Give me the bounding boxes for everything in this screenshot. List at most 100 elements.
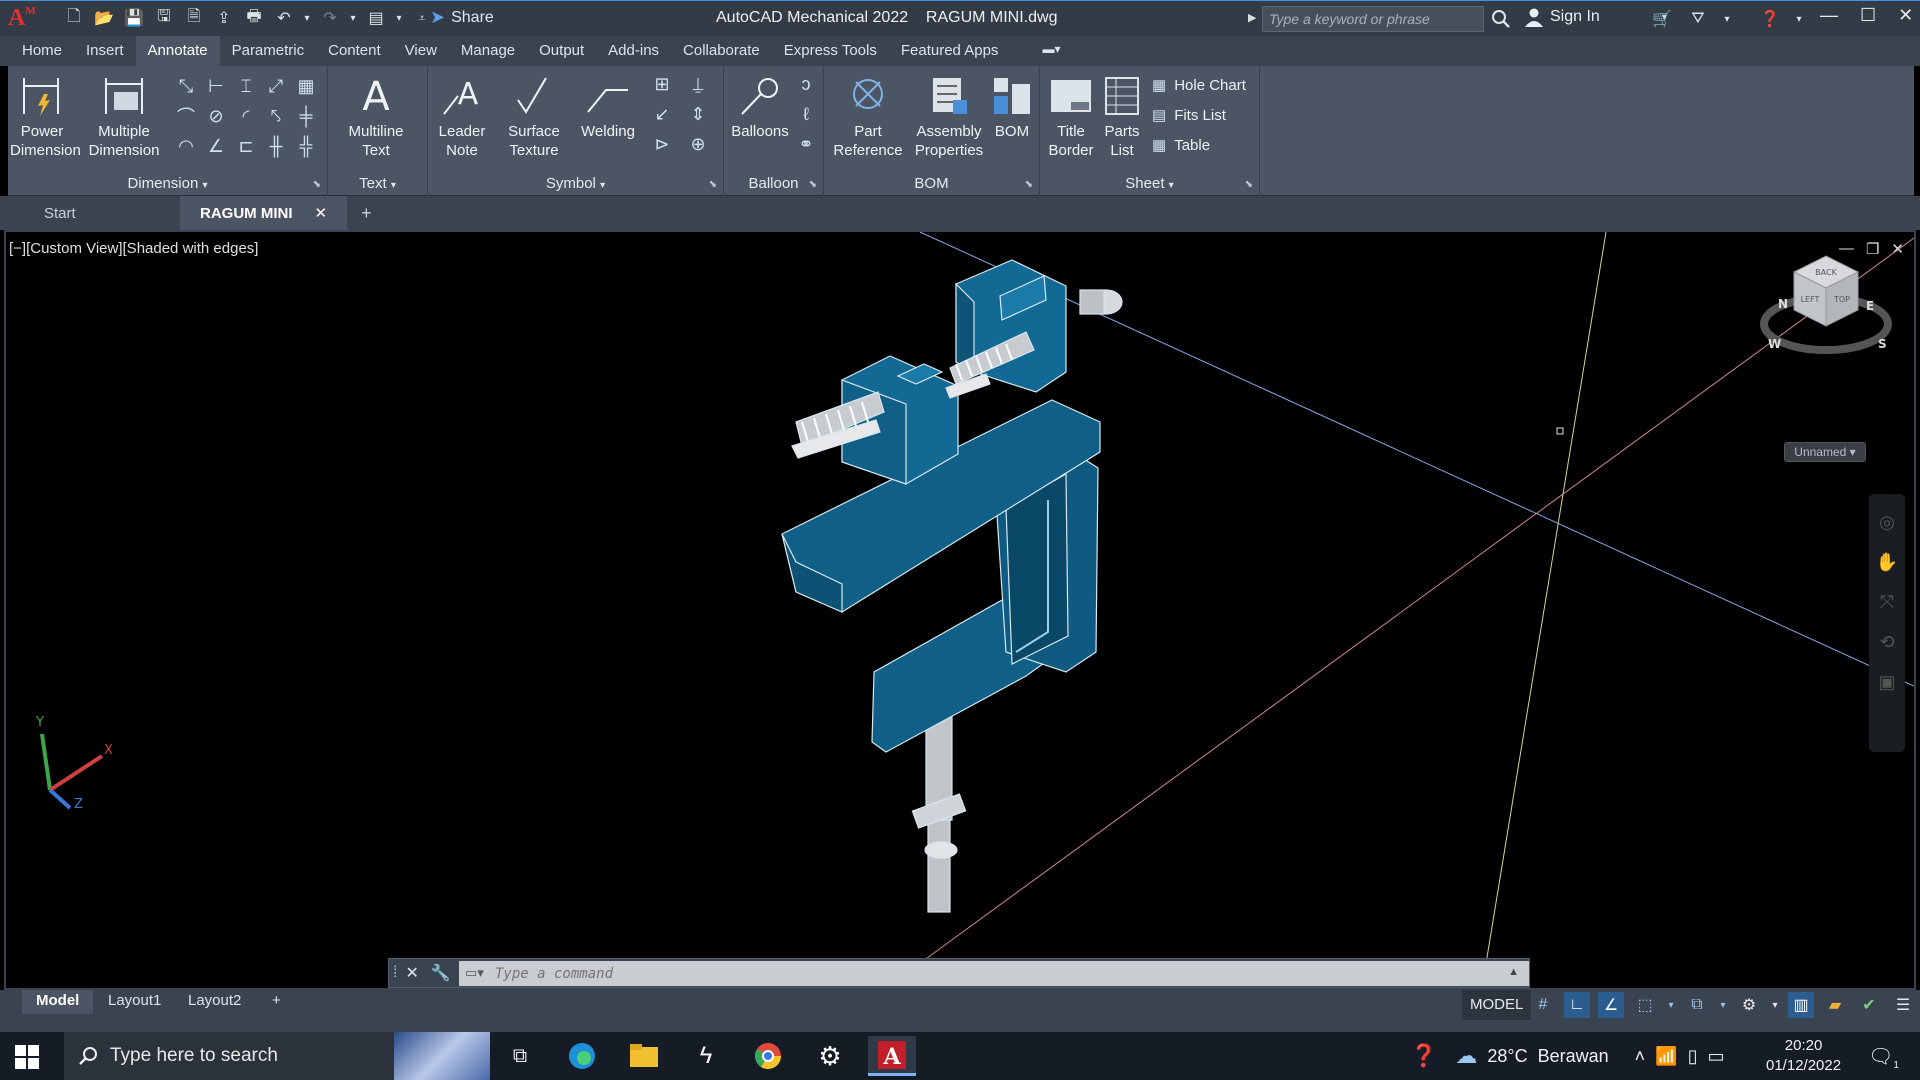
- linear-dimension-icon[interactable]: ⊢: [204, 74, 228, 98]
- redo-dropdown-icon[interactable]: ▾: [348, 6, 358, 30]
- selection-cycling-icon[interactable]: ⧉: [1684, 992, 1710, 1018]
- tab-home[interactable]: Home: [10, 36, 74, 66]
- undo-dropdown-icon[interactable]: ▾: [302, 6, 312, 30]
- tab-featured-apps[interactable]: Featured Apps: [889, 36, 1011, 66]
- help-tray-icon[interactable]: ❓: [1410, 1043, 1437, 1069]
- ribbon-display-toggle-icon[interactable]: ▬▾: [1030, 36, 1072, 66]
- open-folder-icon[interactable]: 📂: [92, 6, 116, 30]
- command-input[interactable]: [459, 961, 1529, 986]
- new-file-icon[interactable]: 🗋: [62, 6, 86, 30]
- aligned-dimension-icon[interactable]: ⤡: [174, 74, 198, 98]
- diameter-dimension-icon[interactable]: ⊘: [204, 104, 228, 128]
- clean-screen-icon[interactable]: ✔: [1856, 992, 1882, 1018]
- datum-identifier-icon[interactable]: ⊞: [650, 72, 674, 96]
- close-icon[interactable]: ✕: [1898, 5, 1913, 26]
- command-customize-icon[interactable]: 🔧: [431, 963, 451, 983]
- showmotion-icon[interactable]: ▣: [1875, 670, 1899, 694]
- task-view-icon[interactable]: ⧉: [496, 1036, 544, 1076]
- angular-dimension-icon[interactable]: ∠: [204, 134, 228, 158]
- panel-label-dimension[interactable]: Dimension ▾: [8, 175, 327, 192]
- maximize-icon[interactable]: ☐: [1860, 5, 1876, 26]
- multiple-dimension-button[interactable]: Multiple Dimension: [84, 74, 164, 160]
- renumber-balloon-icon[interactable]: ⚭: [794, 132, 818, 156]
- surface-texture-button[interactable]: Surface Texture: [498, 74, 570, 160]
- table-button[interactable]: ▦ Table: [1152, 136, 1210, 155]
- arc-length-icon[interactable]: ◠: [174, 134, 198, 158]
- parts-list-button[interactable]: Parts List: [1098, 74, 1146, 160]
- fits-list-button[interactable]: ▤ Fits List: [1152, 106, 1226, 125]
- multiline-text-button[interactable]: A Multiline Text: [334, 74, 418, 160]
- vertical-dimension-icon[interactable]: ⌶: [234, 74, 258, 98]
- steering-wheel-icon[interactable]: ◎: [1875, 510, 1899, 534]
- leader-note-button[interactable]: A Leader Note: [430, 74, 494, 160]
- panel-label-text[interactable]: Text ▾: [328, 175, 427, 192]
- tab-parametric[interactable]: Parametric: [220, 36, 317, 66]
- weather-text[interactable]: 28°C Berawan: [1487, 1046, 1608, 1067]
- part-reference-button[interactable]: Part Reference: [828, 74, 908, 160]
- sheet-launcher-icon[interactable]: ⬊: [1245, 179, 1253, 190]
- save-as-icon[interactable]: 🖫: [152, 6, 176, 30]
- weather-icon[interactable]: ☁: [1455, 1043, 1477, 1069]
- isolate-objects-icon[interactable]: ▥: [1788, 992, 1814, 1018]
- panel-label-sheet[interactable]: Sheet ▾: [1040, 175, 1259, 192]
- close-tab-icon[interactable]: ✕: [315, 204, 328, 222]
- add-layout-icon[interactable]: +: [262, 990, 291, 1014]
- bom-button[interactable]: BOM: [988, 74, 1036, 141]
- bom-launcher-icon[interactable]: ⬊: [1025, 179, 1033, 190]
- rotated-dimension-icon[interactable]: ⤢: [264, 74, 288, 98]
- collect-balloon-icon[interactable]: ↄ: [794, 72, 818, 96]
- tab-manage[interactable]: Manage: [449, 36, 527, 66]
- command-grip-icon[interactable]: ⁞: [393, 964, 397, 982]
- tab-annotate[interactable]: Annotate: [135, 36, 220, 66]
- tab-content[interactable]: Content: [316, 36, 393, 66]
- layout-tab-layout1[interactable]: Layout1: [98, 990, 171, 1014]
- search-expand-icon[interactable]: ▶: [1248, 11, 1256, 24]
- search-icon[interactable]: [1490, 8, 1512, 30]
- drawing-viewport[interactable]: [−][Custom View][Shaded with edges] — ❐ …: [6, 232, 1914, 988]
- customize-status-icon[interactable]: ☰: [1890, 992, 1916, 1018]
- tab-collaborate[interactable]: Collaborate: [671, 36, 772, 66]
- hole-chart-button[interactable]: ▦ Hole Chart: [1152, 76, 1246, 95]
- command-close-icon[interactable]: ✕: [405, 963, 418, 983]
- open-web-icon[interactable]: 🗎: [182, 6, 206, 30]
- autodesk-app-icon[interactable]: ⛛: [1686, 7, 1710, 31]
- assembly-properties-button[interactable]: Assembly Properties: [910, 74, 988, 160]
- help-icon[interactable]: ❓: [1758, 7, 1782, 31]
- arc-dimension-icon[interactable]: ⌒: [174, 104, 198, 128]
- continue-dimension-icon[interactable]: ╪: [294, 104, 318, 128]
- power-dimension-button[interactable]: Power Dimension: [10, 74, 81, 160]
- chrome-browser-icon[interactable]: [744, 1036, 792, 1076]
- feature-control-icon[interactable]: ⊕: [686, 132, 710, 156]
- tab-view[interactable]: View: [393, 36, 449, 66]
- mechanical-icon[interactable]: ▰: [1822, 992, 1848, 1018]
- command-expand-icon[interactable]: ▲: [1508, 966, 1519, 978]
- balloon-launcher-icon[interactable]: ⬊: [809, 179, 817, 190]
- ortho-icon[interactable]: ∟: [1564, 992, 1590, 1018]
- settings-dropdown-icon[interactable]: ▾: [1770, 992, 1780, 1018]
- taper-symbol-icon[interactable]: ⊳: [650, 132, 674, 156]
- battery-icon[interactable]: ▭: [1708, 1046, 1725, 1067]
- tray-overflow-icon[interactable]: ˄: [1635, 1046, 1646, 1067]
- workspace-dropdown-icon[interactable]: ▾: [394, 6, 404, 30]
- layout-tab-model[interactable]: Model: [22, 990, 94, 1014]
- balloon-leader-icon[interactable]: ℓ: [794, 102, 818, 126]
- edge-symbol-icon[interactable]: ⇕: [686, 102, 710, 126]
- undo-icon[interactable]: ↶: [272, 6, 296, 30]
- taskbar-clock[interactable]: 20:20 01/12/2022: [1766, 1036, 1841, 1076]
- title-border-button[interactable]: Title Border: [1044, 74, 1098, 160]
- workspace-icon[interactable]: ▤: [364, 6, 388, 30]
- polar-tracking-icon[interactable]: ∠: [1598, 992, 1624, 1018]
- radius-dimension-icon[interactable]: ◜: [234, 104, 258, 128]
- new-tab-icon[interactable]: +: [347, 196, 386, 230]
- leader-arrow-icon[interactable]: ↙: [650, 102, 674, 126]
- save-web-icon[interactable]: ⇪: [212, 6, 236, 30]
- dimension-launcher-icon[interactable]: ⬊: [313, 179, 321, 190]
- dimension-break-icon[interactable]: ╬: [294, 134, 318, 158]
- minimize-icon[interactable]: —: [1820, 5, 1838, 26]
- model-space-toggle[interactable]: MODEL: [1462, 990, 1532, 1020]
- notifications-icon[interactable]: 🗨1: [1868, 1044, 1899, 1071]
- object-snap-icon[interactable]: ⬚: [1632, 992, 1658, 1018]
- application-menu-logo[interactable]: AM: [8, 5, 44, 33]
- command-history-icon[interactable]: ▭▾: [465, 965, 484, 981]
- tab-start[interactable]: Start: [0, 196, 180, 230]
